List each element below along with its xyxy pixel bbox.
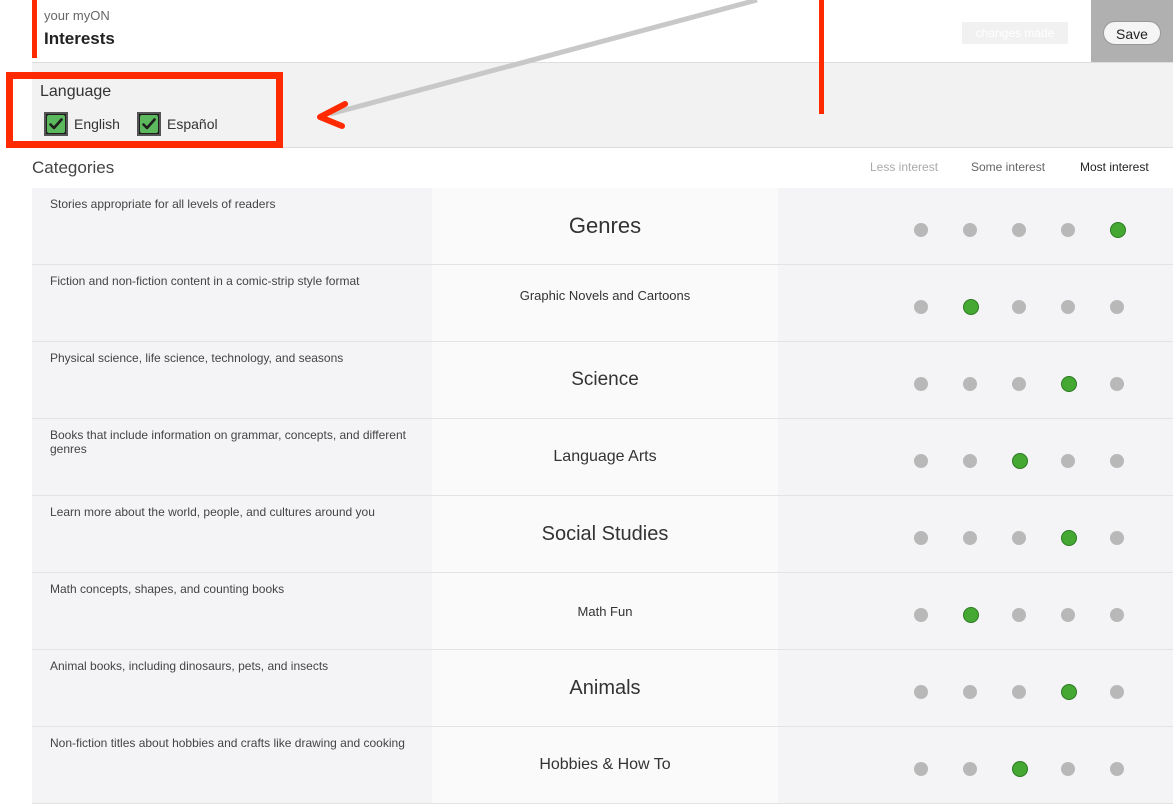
interest-dot-2[interactable] — [963, 685, 977, 699]
interest-dot-3[interactable] — [1012, 531, 1026, 545]
interest-dot-1[interactable] — [914, 762, 928, 776]
category-description: Animal books, including dinosaurs, pets,… — [50, 659, 329, 673]
changes-made-indicator: changes made — [962, 22, 1068, 44]
category-description: Physical science, life science, technolo… — [50, 351, 344, 365]
save-area: Save — [1091, 0, 1173, 62]
save-button[interactable]: Save — [1103, 21, 1161, 45]
category-row: Books that include information on gramma… — [32, 419, 1173, 496]
scale-most-interest: Most interest — [1080, 160, 1149, 174]
category-row: Fiction and non-fiction content in a com… — [32, 265, 1173, 342]
interest-dot-2[interactable] — [963, 299, 979, 315]
category-list: Stories appropriate for all levels of re… — [32, 188, 1173, 804]
interest-dot-4[interactable] — [1061, 223, 1075, 237]
header-subtitle: your myON — [44, 8, 110, 23]
interest-dot-1[interactable] — [914, 300, 928, 314]
interest-dot-2[interactable] — [963, 607, 979, 623]
interest-dot-5[interactable] — [1110, 762, 1124, 776]
categories-label: Categories — [32, 158, 115, 177]
interest-dot-4[interactable] — [1061, 762, 1075, 776]
interest-dot-5[interactable] — [1110, 222, 1126, 238]
category-name: Animals — [432, 650, 778, 726]
interest-dot-3[interactable] — [1012, 453, 1028, 469]
category-description: Math concepts, shapes, and counting book… — [50, 582, 285, 596]
interest-dot-5[interactable] — [1110, 454, 1124, 468]
annotation-bar-left — [32, 0, 37, 58]
category-name: Graphic Novels and Cartoons — [432, 265, 778, 341]
category-description: Books that include information on gramma… — [50, 428, 406, 456]
interest-dot-3[interactable] — [1012, 300, 1026, 314]
category-name: Genres — [432, 188, 778, 264]
category-description: Stories appropriate for all levels of re… — [50, 197, 276, 211]
annotation-bar-right — [819, 0, 824, 114]
interest-dot-3[interactable] — [1012, 223, 1026, 237]
interest-dot-2[interactable] — [963, 531, 977, 545]
category-row: Math concepts, shapes, and counting book… — [32, 573, 1173, 650]
interest-dot-4[interactable] — [1061, 376, 1077, 392]
interest-dot-4[interactable] — [1061, 530, 1077, 546]
page-title: Interests — [44, 29, 115, 48]
interest-dot-4[interactable] — [1061, 454, 1075, 468]
category-row: Non-fiction titles about hobbies and cra… — [32, 727, 1173, 804]
interest-dot-3[interactable] — [1012, 377, 1026, 391]
annotation-highlight-box — [6, 72, 283, 148]
interest-dot-3[interactable] — [1012, 761, 1028, 777]
category-row: Learn more about the world, people, and … — [32, 496, 1173, 573]
interest-dot-1[interactable] — [914, 377, 928, 391]
category-row: Animal books, including dinosaurs, pets,… — [32, 650, 1173, 727]
interest-dot-2[interactable] — [963, 377, 977, 391]
category-description: Fiction and non-fiction content in a com… — [50, 274, 360, 288]
interest-dot-4[interactable] — [1061, 608, 1075, 622]
interest-dot-4[interactable] — [1061, 300, 1075, 314]
page-header: your myON Interests changes made Save — [32, 0, 1173, 63]
interest-dot-2[interactable] — [963, 454, 977, 468]
category-name: Language Arts — [432, 419, 778, 495]
category-name: Social Studies — [432, 496, 778, 572]
category-name: Science — [432, 342, 778, 418]
interest-dot-1[interactable] — [914, 223, 928, 237]
category-row: Physical science, life science, technolo… — [32, 342, 1173, 419]
interest-dot-2[interactable] — [963, 223, 977, 237]
interest-dot-5[interactable] — [1110, 300, 1124, 314]
categories-header: Categories Less interest Some interest M… — [32, 148, 1173, 188]
interest-dot-1[interactable] — [914, 685, 928, 699]
interest-dot-4[interactable] — [1061, 684, 1077, 700]
scale-some-interest: Some interest — [971, 160, 1046, 174]
interest-dot-1[interactable] — [914, 454, 928, 468]
category-description: Learn more about the world, people, and … — [50, 505, 375, 519]
interest-dot-2[interactable] — [963, 762, 977, 776]
category-row: Stories appropriate for all levels of re… — [32, 188, 1173, 265]
interest-dot-3[interactable] — [1012, 685, 1026, 699]
category-name: Hobbies & How To — [432, 727, 778, 803]
interest-dot-5[interactable] — [1110, 531, 1124, 545]
interest-dot-5[interactable] — [1110, 608, 1124, 622]
interest-dot-3[interactable] — [1012, 608, 1026, 622]
category-name: Math Fun — [432, 573, 778, 649]
interest-dot-1[interactable] — [914, 608, 928, 622]
interest-dot-5[interactable] — [1110, 377, 1124, 391]
interest-dot-1[interactable] — [914, 531, 928, 545]
interest-dot-5[interactable] — [1110, 685, 1124, 699]
scale-less-interest: Less interest — [870, 160, 939, 174]
category-description: Non-fiction titles about hobbies and cra… — [50, 736, 405, 750]
